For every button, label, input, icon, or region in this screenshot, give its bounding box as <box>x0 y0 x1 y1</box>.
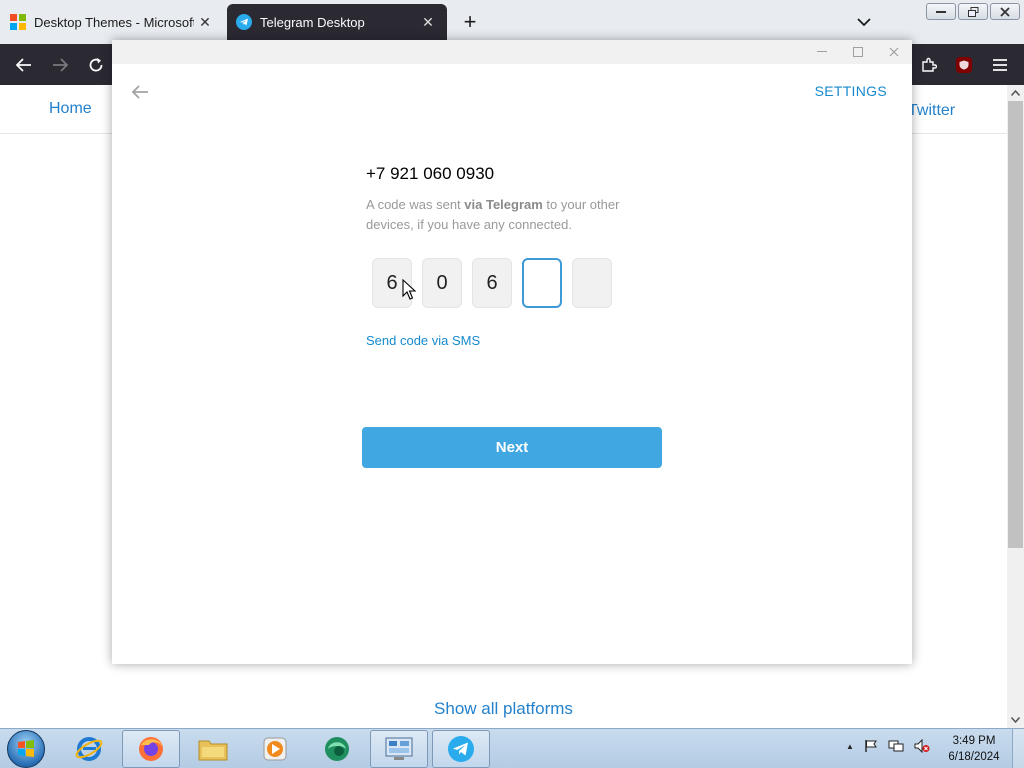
new-tab-button[interactable]: + <box>458 10 482 34</box>
windows-logo-icon <box>18 740 34 757</box>
arrow-right-icon <box>53 58 68 72</box>
code-digit-3[interactable]: 6 <box>472 258 512 308</box>
media-player-icon <box>263 737 287 761</box>
minimize-icon <box>817 51 827 52</box>
show-desktop-button[interactable] <box>1012 729 1024 768</box>
reload-icon <box>89 58 103 72</box>
nav-link-home[interactable]: Home <box>49 100 92 118</box>
taskbar-media-player[interactable] <box>246 730 304 768</box>
telegram-icon <box>236 14 252 30</box>
clock-date: 6/18/2024 <box>948 751 1000 763</box>
page-scrollbar[interactable] <box>1007 85 1024 728</box>
telegram-maximize-button[interactable] <box>847 42 869 62</box>
reload-button[interactable] <box>84 53 108 77</box>
show-hidden-icons-button[interactable]: ▲ <box>846 742 854 751</box>
minimize-button[interactable] <box>926 3 956 20</box>
volume-muted-icon[interactable] <box>914 739 930 753</box>
chevron-down-icon <box>857 17 871 26</box>
ublock-shield-icon <box>956 57 972 73</box>
code-digit-4[interactable] <box>522 258 562 308</box>
microsoft-logo-icon <box>10 14 26 30</box>
send-code-via-sms-link[interactable]: Send code via SMS <box>366 333 480 348</box>
close-icon <box>1000 6 1010 17</box>
taskbar-telegram[interactable] <box>432 730 490 768</box>
scroll-up-arrow-icon[interactable] <box>1007 85 1024 101</box>
window-controls <box>926 3 1020 20</box>
close-tab-icon[interactable]: ✕ <box>419 13 437 31</box>
taskbar: ▲ 3:49 PM 6/18/2024 <box>0 728 1024 768</box>
network-icon[interactable] <box>888 739 904 753</box>
taskbar-file-explorer[interactable] <box>184 730 242 768</box>
hamburger-menu-icon <box>993 59 1007 71</box>
maximize-icon <box>853 47 863 57</box>
action-center-flag-icon[interactable] <box>864 739 878 753</box>
back-arrow-button[interactable] <box>128 80 152 104</box>
ublock-origin-button[interactable] <box>952 53 976 77</box>
folder-icon <box>198 740 228 761</box>
arrow-left-icon <box>16 58 31 72</box>
telegram-close-button[interactable] <box>883 42 905 62</box>
control-panel-icon <box>385 737 413 760</box>
green-globe-icon <box>325 737 349 761</box>
phone-number: +7 921 060 0930 <box>366 164 495 183</box>
arrow-left-icon <box>131 85 148 99</box>
scroll-down-arrow-icon[interactable] <box>1007 712 1024 728</box>
telegram-titlebar <box>112 40 912 64</box>
internet-explorer-icon <box>75 737 103 761</box>
firefox-icon <box>139 737 163 761</box>
back-button[interactable] <box>12 53 36 77</box>
close-icon <box>889 47 899 57</box>
show-all-platforms-link[interactable]: Show all platforms <box>0 699 1007 719</box>
forward-button[interactable] <box>48 53 72 77</box>
settings-link[interactable]: SETTINGS <box>815 83 887 99</box>
next-button[interactable]: Next <box>362 427 662 468</box>
tab-telegram-desktop[interactable]: Telegram Desktop ✕ <box>227 4 447 40</box>
restore-button[interactable] <box>958 3 988 20</box>
browser-tab-strip: Desktop Themes - Microsoft Su ✕ Telegram… <box>0 0 1024 44</box>
telegram-window: SETTINGS +7 921 060 0930 A code was sent… <box>112 40 912 664</box>
desc-text: A code was sent <box>366 197 465 212</box>
nav-link-twitter[interactable]: Twitter <box>908 102 955 120</box>
scrollbar-thumb[interactable] <box>1008 101 1023 548</box>
restore-icon <box>967 6 978 17</box>
taskbar-clock[interactable]: 3:49 PM 6/18/2024 <box>940 733 1008 765</box>
system-tray: ▲ <box>846 739 930 753</box>
code-sent-description: A code was sent via Telegram to your oth… <box>366 195 656 235</box>
tab-title: Desktop Themes - Microsoft Su <box>34 14 194 30</box>
extensions-button[interactable] <box>917 53 941 77</box>
code-digit-2[interactable]: 0 <box>422 258 462 308</box>
mouse-cursor-icon <box>402 279 416 300</box>
minimize-icon <box>936 10 946 13</box>
app-menu-button[interactable] <box>988 53 1012 77</box>
taskbar-firefox[interactable] <box>122 730 180 768</box>
telegram-minimize-button[interactable] <box>811 42 833 62</box>
tab-title: Telegram Desktop <box>260 14 365 30</box>
start-button[interactable] <box>7 730 45 768</box>
desc-bold-text: via Telegram <box>464 197 543 212</box>
clock-time: 3:49 PM <box>952 735 996 747</box>
code-digit-5[interactable] <box>572 258 612 308</box>
tab-desktop-themes[interactable]: Desktop Themes - Microsoft Su ✕ <box>0 4 224 40</box>
close-window-button[interactable] <box>990 3 1020 20</box>
list-all-tabs-button[interactable] <box>853 11 875 33</box>
taskbar-control-panel[interactable] <box>370 730 428 768</box>
close-tab-icon[interactable]: ✕ <box>196 13 214 31</box>
taskbar-green-app[interactable] <box>308 730 366 768</box>
taskbar-internet-explorer[interactable] <box>60 730 118 768</box>
puzzle-icon <box>922 57 937 72</box>
telegram-icon <box>448 736 474 762</box>
